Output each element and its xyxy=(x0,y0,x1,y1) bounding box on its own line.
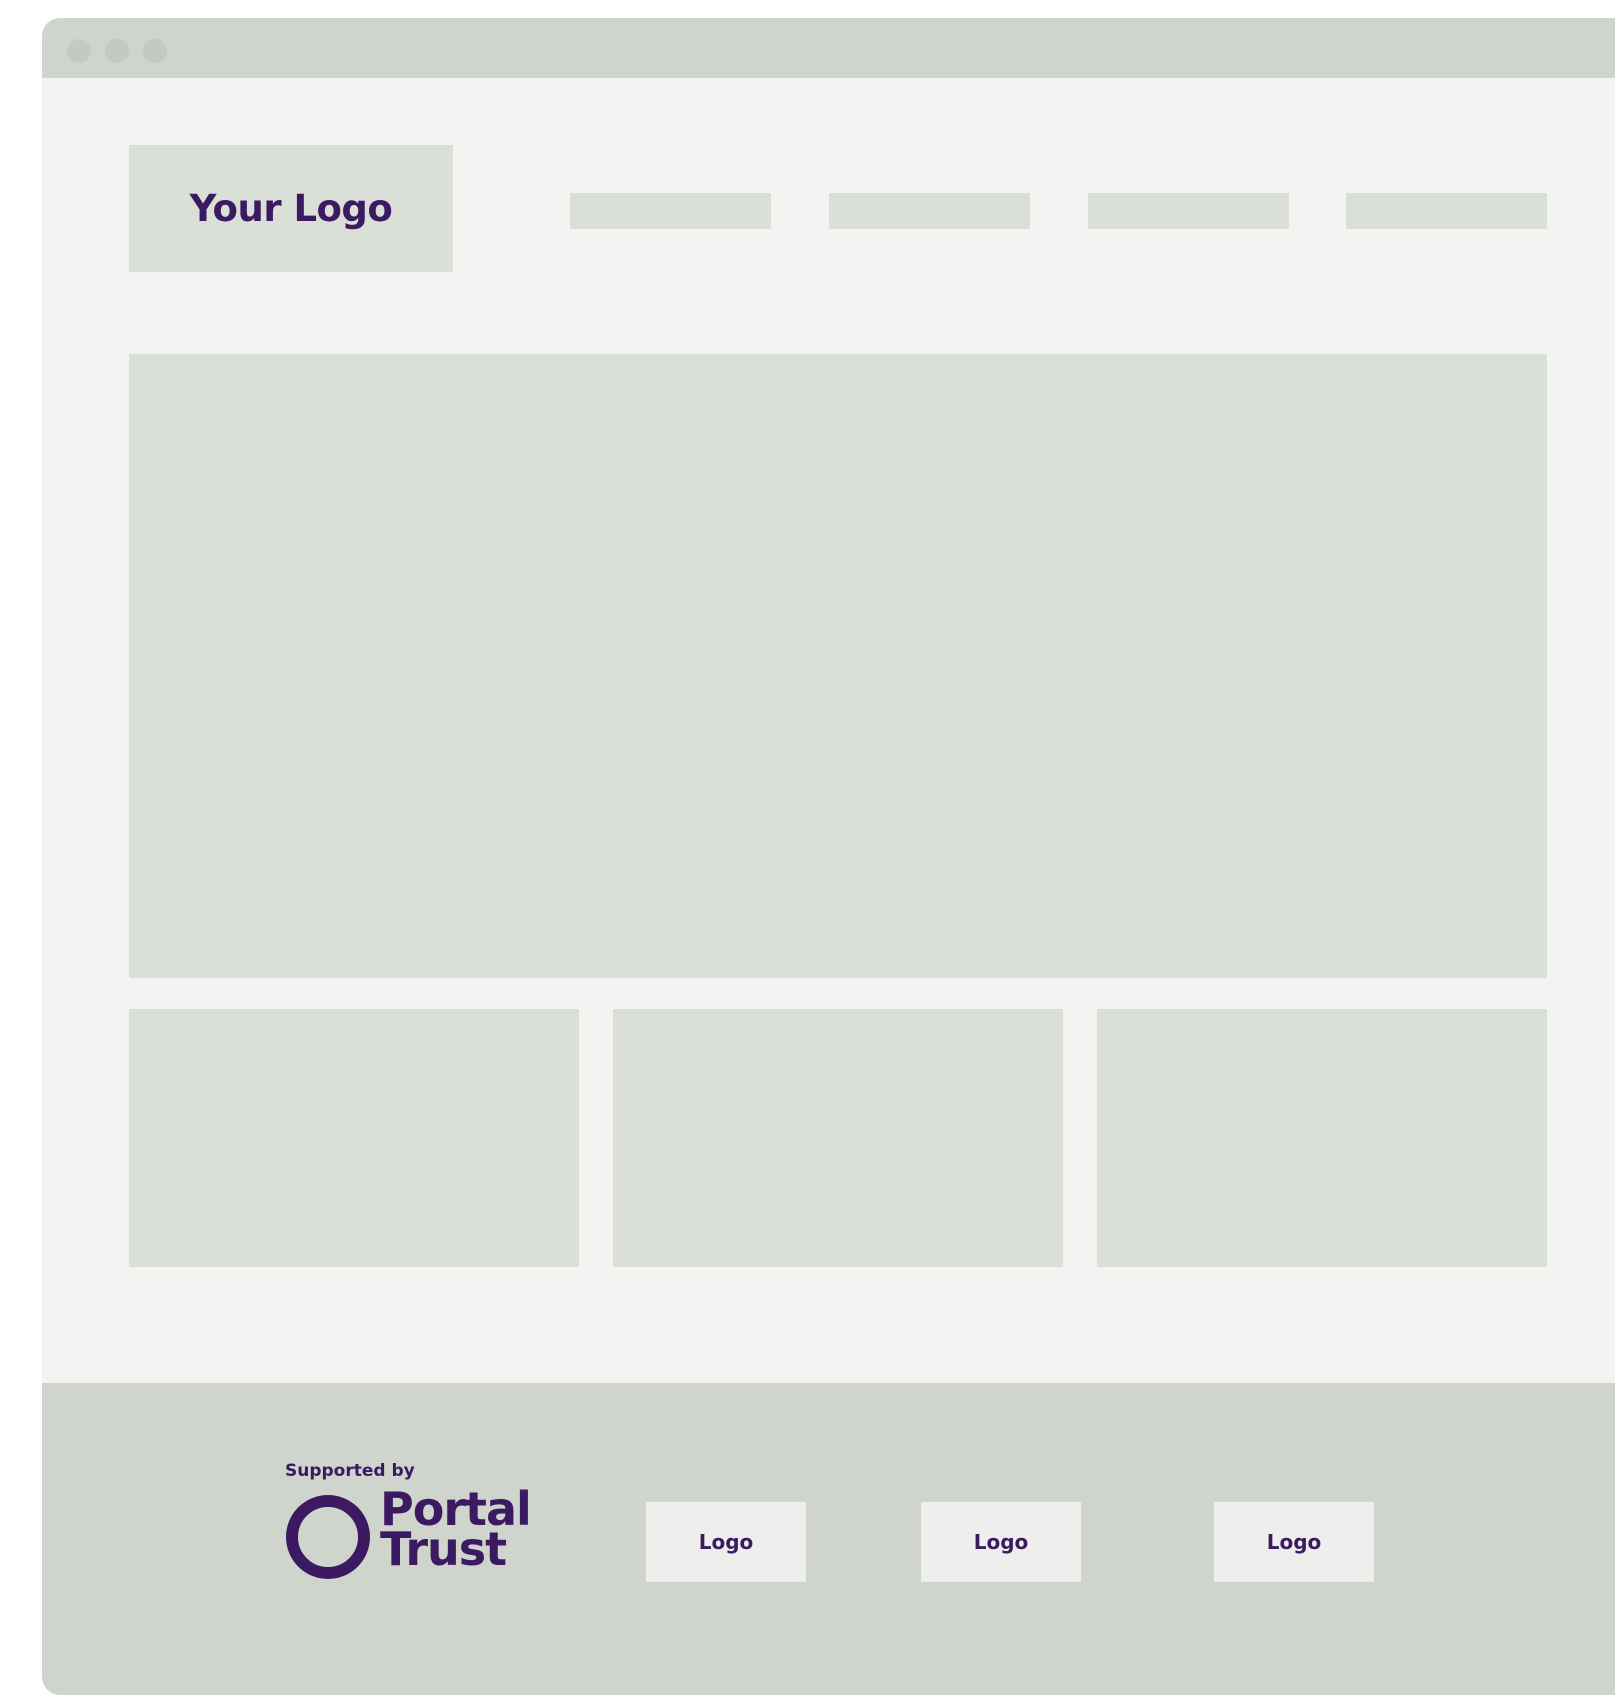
content-card-3 xyxy=(1097,1009,1547,1267)
site-footer: Supported by Portal Trust Logo Logo Logo xyxy=(42,1383,1615,1695)
site-logo-text: Your Logo xyxy=(189,187,393,230)
nav-item-1[interactable] xyxy=(570,193,771,229)
partner-logo-1[interactable]: Logo xyxy=(646,1502,806,1582)
sponsor-logo-wordmark[interactable]: Portal Trust xyxy=(380,1486,532,1572)
close-dot-icon[interactable] xyxy=(67,39,91,63)
supported-by-label: Supported by xyxy=(285,1461,415,1481)
nav-item-2[interactable] xyxy=(829,193,1030,229)
site-logo[interactable]: Your Logo xyxy=(129,145,453,272)
content-card-2 xyxy=(613,1009,1063,1267)
window-titlebar xyxy=(42,18,1615,78)
page-content: Your Logo xyxy=(42,78,1615,1383)
minimize-dot-icon[interactable] xyxy=(105,39,129,63)
partner-logo-3[interactable]: Logo xyxy=(1214,1502,1374,1582)
maximize-dot-icon[interactable] xyxy=(143,39,167,63)
nav-item-3[interactable] xyxy=(1088,193,1289,229)
browser-window: Your Logo Supported by Portal Trust Logo… xyxy=(42,18,1615,1695)
partner-logo-2[interactable]: Logo xyxy=(921,1502,1081,1582)
hero-banner-placeholder xyxy=(129,354,1547,978)
content-card-1 xyxy=(129,1009,579,1267)
nav-item-4[interactable] xyxy=(1346,193,1547,229)
portal-trust-ring-icon xyxy=(286,1495,370,1579)
